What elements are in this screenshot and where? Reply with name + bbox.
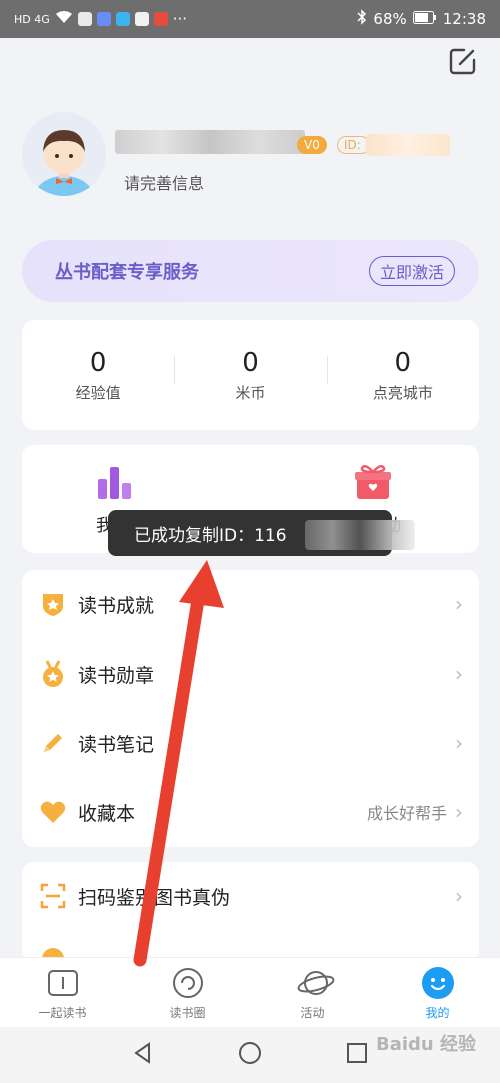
chevron-right-icon: › xyxy=(455,592,463,616)
menu-label: 收藏本 xyxy=(78,802,136,825)
menu-extra: 成长好帮手 xyxy=(366,804,447,823)
clock: 12:38 xyxy=(442,10,486,28)
stat-label: 米币 xyxy=(235,383,266,402)
avatar[interactable] xyxy=(22,112,106,196)
stat-cities[interactable]: 0 点亮城市 xyxy=(326,347,479,403)
tab-mine[interactable]: 我的 xyxy=(375,958,500,1027)
search-app-icon xyxy=(115,12,130,26)
chevron-right-icon: › xyxy=(455,800,463,824)
back-icon[interactable] xyxy=(132,1042,154,1068)
more-notifications: ··· xyxy=(172,10,188,28)
planet-icon xyxy=(296,966,334,1000)
menu-item-achievement[interactable]: 读书成就 › xyxy=(22,570,479,638)
red-app-icon xyxy=(153,12,168,26)
menu-item-favorites[interactable]: 收藏本 成长好帮手 › xyxy=(22,778,479,846)
activate-button[interactable]: 立即激活 xyxy=(368,256,455,286)
bottom-tab-bar: 一起读书 读书圈 活动 我的 xyxy=(0,957,500,1027)
stat-value: 0 xyxy=(89,347,107,378)
service-banner: 丛书配套专享服务 立即激活 xyxy=(22,240,479,302)
stat-value: 0 xyxy=(394,347,412,378)
menu-label: 扫码鉴别图书真伪 xyxy=(78,886,231,909)
menu-card-secondary: 扫码鉴别图书真伪 › xyxy=(22,862,479,962)
book-icon xyxy=(46,966,80,1000)
stat-experience[interactable]: 0 经验值 xyxy=(22,348,174,403)
chevron-right-icon: › xyxy=(455,884,463,908)
service-title: 丛书配套专享服务 xyxy=(55,262,199,283)
menu-label: 读书笔记 xyxy=(78,733,155,756)
music-app-icon xyxy=(96,12,111,26)
menu-item-notes[interactable]: 读书笔记 › xyxy=(22,709,479,777)
tab-activity[interactable]: 活动 xyxy=(250,958,375,1027)
home-icon[interactable] xyxy=(238,1041,262,1069)
menu-item-medal[interactable]: 读书勋章 › xyxy=(22,640,479,708)
stat-label: 经验值 xyxy=(75,383,121,402)
edit-icon[interactable] xyxy=(448,46,478,76)
bar-chart-icon xyxy=(96,467,134,505)
wifi-icon xyxy=(55,10,73,28)
mail-app-icon xyxy=(134,12,149,26)
tab-label: 我的 xyxy=(425,1006,450,1020)
gift-icon xyxy=(353,464,393,505)
username-redacted xyxy=(115,130,305,154)
chevron-right-icon: › xyxy=(455,662,463,686)
level-badge: V0 xyxy=(297,136,327,154)
stats-card: 0 经验值 0 米币 0 点亮城市 xyxy=(22,320,479,430)
chevron-right-icon: › xyxy=(455,731,463,755)
recents-icon[interactable] xyxy=(346,1042,368,1068)
tab-read-together[interactable]: 一起读书 xyxy=(0,958,125,1027)
battery-percent: 68% xyxy=(373,10,407,28)
stat-coins[interactable]: 0 米币 xyxy=(174,348,326,403)
pencil-icon xyxy=(40,730,66,756)
baidu-watermark: Baidu 经验 xyxy=(375,1034,476,1055)
menu-item-scan-verify[interactable]: 扫码鉴别图书真伪 › xyxy=(22,862,479,930)
toast-id-redacted xyxy=(305,520,415,550)
toast-text: 已成功复制ID：116 xyxy=(134,525,287,546)
stat-label: 点亮城市 xyxy=(372,383,433,402)
signal-icon: HD 4G xyxy=(14,12,50,26)
scan-icon xyxy=(40,883,66,909)
id-redacted xyxy=(366,134,450,156)
menu-label: 读书勋章 xyxy=(78,664,155,687)
medal-icon xyxy=(40,660,66,687)
battery-icon xyxy=(412,10,437,28)
menu-card: 读书成就 › 读书勋章 › 读书笔记 › 收藏本 成长好帮手 › xyxy=(22,570,479,847)
id-badge[interactable]: ID: xyxy=(337,136,370,154)
bluetooth-icon xyxy=(357,9,367,29)
circle-icon xyxy=(171,966,205,1000)
app-notification-icon xyxy=(77,12,92,26)
status-bar: HD 4G ··· 68% 12:38 xyxy=(0,0,500,38)
complete-info-link[interactable]: 请完善信息 xyxy=(124,170,204,194)
smiley-icon xyxy=(421,966,455,1000)
stat-value: 0 xyxy=(242,347,259,378)
heart-icon xyxy=(40,799,66,825)
tab-reading-circle[interactable]: 读书圈 xyxy=(125,958,250,1027)
tab-label: 一起读书 xyxy=(38,1006,87,1020)
tab-label: 活动 xyxy=(300,1006,325,1020)
menu-label: 读书成就 xyxy=(78,594,155,617)
achievement-shield-icon xyxy=(40,591,66,617)
tab-label: 读书圈 xyxy=(169,1006,206,1020)
